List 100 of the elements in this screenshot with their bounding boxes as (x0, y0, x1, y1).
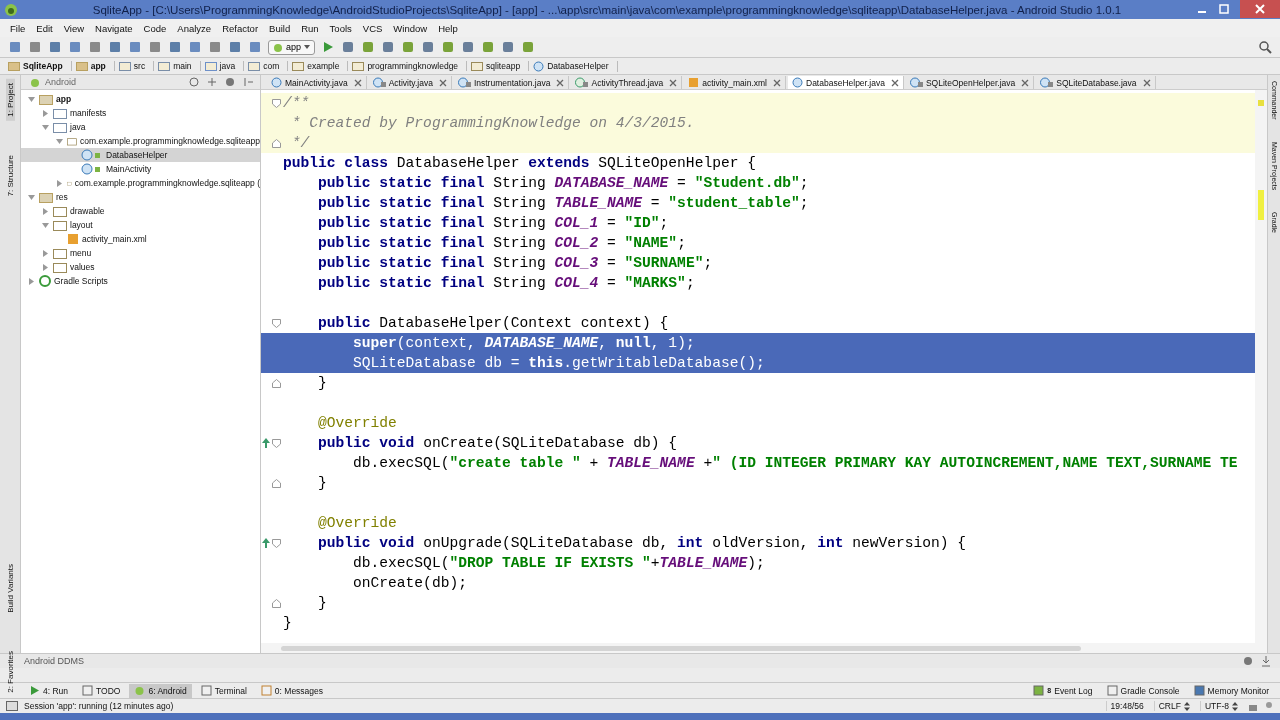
fold-marker-icon[interactable] (272, 98, 281, 108)
tree-item[interactable]: app (21, 92, 260, 106)
fold-marker-icon[interactable] (272, 538, 281, 548)
breadcrumb-item[interactable]: main (158, 61, 201, 71)
class-icon (533, 60, 545, 72)
top-menu[interactable]: Tools (329, 22, 352, 34)
encoding-selector[interactable]: UTF-8 (1199, 701, 1242, 711)
breadcrumb-item[interactable]: sqliteapp (471, 61, 530, 71)
editor-tab[interactable]: Activity.java (368, 76, 452, 89)
side-tool-tab[interactable]: 7: Structure (5, 150, 15, 201)
window-title: SqliteApp - [C:\Users\ProgrammingKnowledge\AndroidStudioProjects\SqliteApp] - [app] - ...\app\src\main\java\com\example\programmingknowledge\sqliteapp\DatabaseHelper.java - Android Studio 1.0.1 (91, 3, 1123, 16)
locate-icon[interactable] (188, 76, 200, 88)
tool-window-button[interactable]: 4: Run (24, 683, 74, 698)
window-icon (1106, 685, 1118, 696)
tree-item[interactable]: manifests (21, 106, 260, 120)
editor-tab[interactable]: SQLiteDatabase.java (1036, 76, 1156, 89)
close-icon[interactable] (353, 78, 362, 87)
close-icon[interactable] (1021, 78, 1030, 87)
top-menu[interactable]: Code (143, 22, 167, 34)
fold-marker-icon[interactable] (272, 478, 281, 488)
tool-window-button[interactable]: 0: Messages (255, 683, 329, 698)
breadcrumb-item[interactable]: SqliteApp (8, 61, 72, 71)
breadcrumb-item[interactable]: programmingknowledge (352, 61, 468, 71)
library-class-icon (372, 77, 386, 88)
tool-window-button[interactable]: Memory Monitor (1188, 683, 1274, 698)
editor-tab[interactable]: DatabaseHelper.java (788, 76, 904, 89)
editor-tab[interactable]: ActivityThread.java (571, 76, 683, 89)
close-icon[interactable] (890, 78, 899, 87)
maximize-icon[interactable] (1218, 3, 1230, 15)
top-menu[interactable]: VCS (362, 22, 383, 34)
fold-marker-icon[interactable] (272, 438, 281, 448)
close-icon[interactable] (438, 78, 447, 87)
top-menu[interactable]: Refactor (222, 22, 259, 34)
caret-position[interactable]: 19:48/56 (1105, 701, 1148, 711)
code-line: SQLiteDatabase db = this.getWritableDatabase(); (352, 355, 765, 371)
editor-tab[interactable]: SQLiteOpenHelper.java (905, 76, 1035, 89)
close-icon[interactable] (556, 78, 565, 87)
fold-marker-icon[interactable] (272, 598, 281, 608)
class-icon (81, 149, 103, 161)
tree-item[interactable]: DatabaseHelper (21, 148, 260, 162)
fold-marker-icon[interactable] (272, 318, 281, 328)
tool-window-button[interactable]: Terminal (195, 683, 252, 698)
tree-item[interactable]: MainActivity (21, 162, 260, 176)
fold-marker-icon[interactable] (272, 378, 281, 388)
breadcrumb-item[interactable]: example (292, 61, 349, 71)
editor-tab[interactable]: Instrumentation.java (453, 76, 570, 89)
code-line: public static final String COL_3 = "SURNAME"; (317, 255, 713, 271)
top-menu[interactable]: View (63, 22, 85, 34)
editor-tab[interactable]: MainActivity.java (267, 76, 367, 89)
tree-item[interactable]: com.example.programmingknowledge.sqliteapp (21, 134, 260, 148)
code-line: onCreate(db); (352, 575, 467, 591)
class-icon (81, 163, 103, 175)
fold-marker-icon[interactable] (272, 138, 281, 148)
code-line: db.execSQL("create table " + TABLE_NAME +" (ID INTEGER PRIMARY KAY AUTOINCREMENT,NAME TEXT,SURNAME TE (352, 455, 1238, 471)
editor-tab[interactable]: activity_main.xml (684, 76, 786, 89)
top-menu[interactable]: Analyze (177, 22, 212, 34)
close-icon[interactable] (1240, 0, 1280, 18)
gradle-icon (39, 275, 51, 287)
override-marker-icon[interactable] (262, 538, 270, 548)
side-tool-tab[interactable]: Build Variants (5, 560, 15, 617)
search-icon[interactable] (1258, 40, 1272, 54)
toggle-tool-windows-icon[interactable] (6, 701, 18, 711)
top-menu[interactable]: Build (269, 22, 291, 34)
code-line: } (283, 615, 292, 631)
side-tool-tab[interactable]: 1: Project (5, 79, 15, 121)
tree-item[interactable]: values (21, 260, 260, 274)
top-menu[interactable]: Run (301, 22, 319, 34)
collapse-icon[interactable] (206, 76, 218, 88)
close-icon[interactable] (1142, 78, 1151, 87)
top-menu[interactable]: File (10, 22, 26, 34)
top-menu[interactable]: Window (393, 22, 428, 34)
breadcrumb-item[interactable]: src (118, 61, 155, 71)
tree-item[interactable]: activity_main.xml (21, 232, 260, 246)
breadcrumb-item[interactable]: com (248, 61, 289, 71)
tree-item[interactable]: java (21, 120, 260, 134)
tool-window-button[interactable]: Gradle Console (1101, 683, 1185, 698)
tree-item[interactable]: com.example.programmingknowledge.sqliteapp ( (21, 176, 260, 190)
close-icon[interactable] (669, 78, 678, 87)
side-tool-tab[interactable]: 2: Favorites (5, 646, 15, 697)
android-logo-icon (4, 2, 18, 17)
override-marker-icon[interactable] (262, 438, 270, 448)
expand-arrow-icon[interactable] (55, 178, 64, 188)
run-configuration-dropdown[interactable]: app (268, 39, 316, 55)
panel-title: Android DDMS (24, 656, 85, 666)
breadcrumb-item[interactable]: DatabaseHelper (533, 60, 618, 72)
top-menu[interactable]: Help (438, 22, 458, 34)
tree-item[interactable]: Gradle Scripts (21, 274, 260, 288)
tree-item[interactable]: drawable (21, 204, 260, 218)
tree-item[interactable]: res (21, 190, 260, 204)
close-icon[interactable] (773, 78, 781, 87)
tree-item[interactable]: menu (21, 246, 260, 260)
code-line: public static final String COL_4 = "MARKS"; (317, 275, 695, 291)
breadcrumb-item[interactable]: app (75, 61, 115, 71)
breadcrumb-item[interactable]: java (204, 61, 245, 71)
line-separator-selector[interactable]: CRLF (1153, 701, 1194, 711)
top-menu[interactable]: Navigate (95, 22, 133, 34)
tree-item[interactable]: layout (21, 218, 260, 232)
tool-window-button[interactable]: 6: Android (129, 683, 192, 698)
top-menu[interactable]: Edit (36, 22, 53, 34)
tool-window-button[interactable]: TODO (77, 683, 126, 698)
